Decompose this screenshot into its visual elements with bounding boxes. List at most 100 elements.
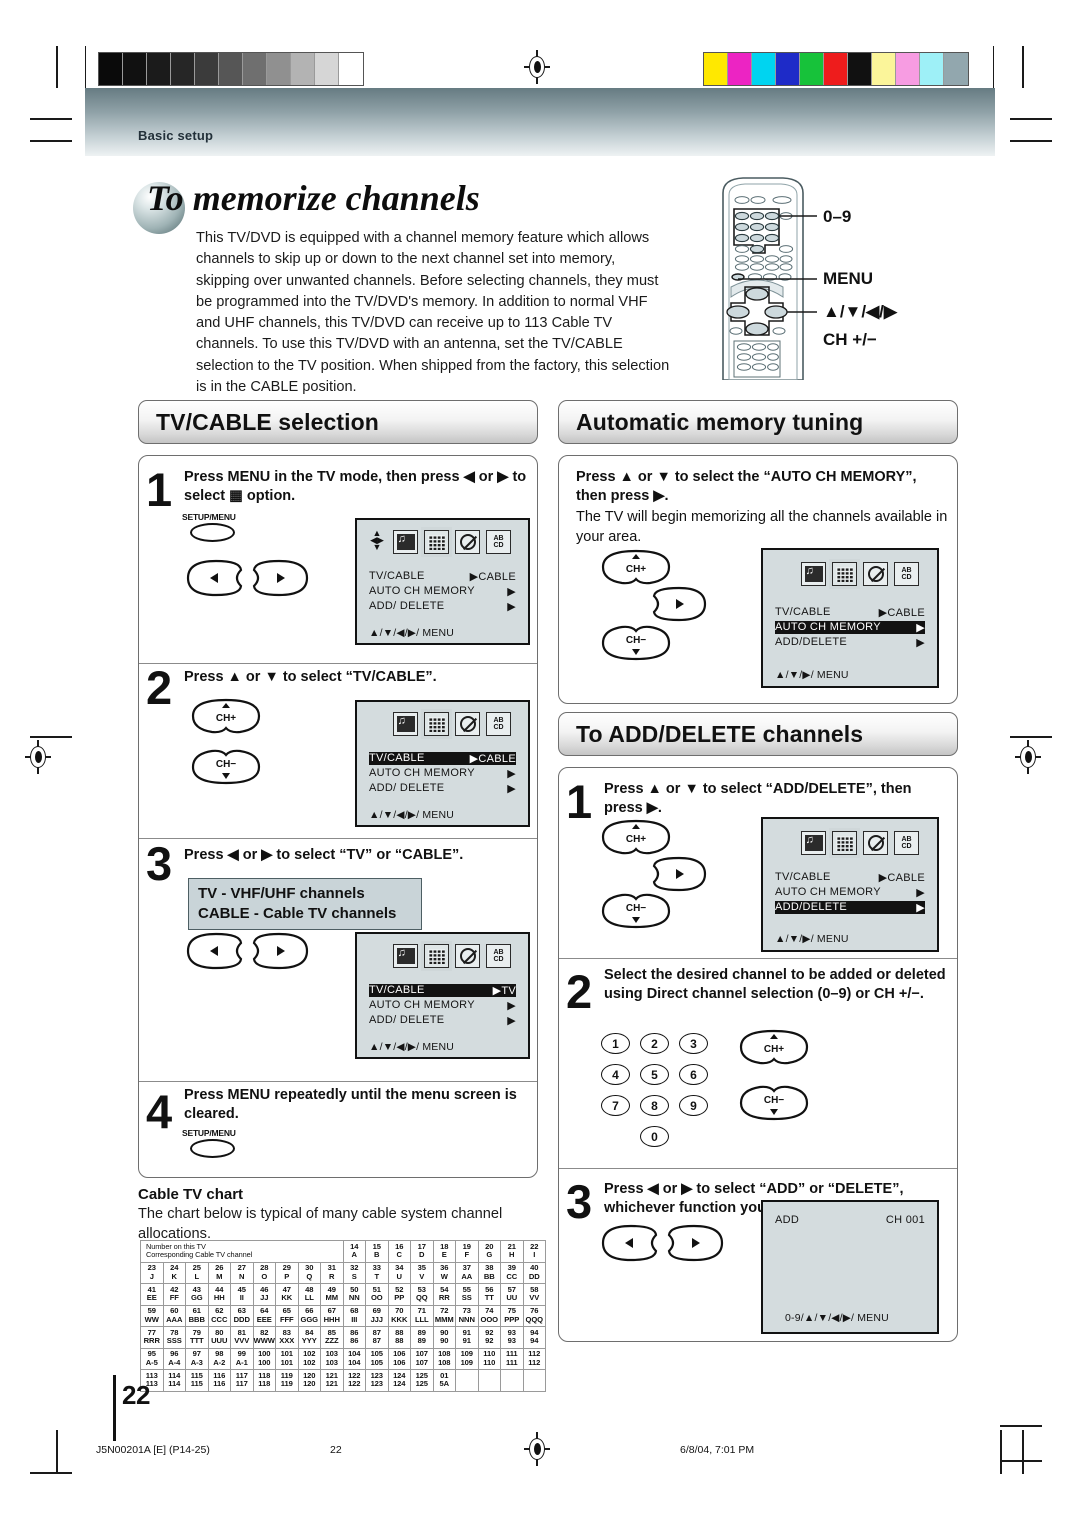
osd-channel-grid-icon[interactable] xyxy=(829,559,860,589)
osd-row-value: ▶CABLE xyxy=(469,753,516,765)
cable-chart-cell: 44 HH xyxy=(207,1283,231,1306)
osd-caption-icon[interactable]: AB CD xyxy=(486,712,511,736)
numeric-key-5[interactable]: 5 xyxy=(640,1064,669,1085)
cable-chart-cell: 91 91 xyxy=(455,1326,479,1349)
cable-chart-cell: 86 86 xyxy=(342,1326,366,1349)
osd-av-icon[interactable] xyxy=(393,944,418,968)
section-heading-add-delete: To ADD/DELETE channels xyxy=(558,712,958,756)
setup-menu-key-4[interactable] xyxy=(190,1139,235,1158)
osd-footer-hint: ▲/▼/▶/ MENU xyxy=(775,669,849,681)
cable-chart-cell: 116 116 xyxy=(207,1369,231,1392)
ch-plus-key-auto[interactable]: CH+ xyxy=(600,548,672,590)
cable-chart-cell: 115 115 xyxy=(185,1369,209,1392)
add-delete-divider-2 xyxy=(559,1168,957,1170)
svg-text:CH−: CH− xyxy=(626,635,646,646)
osd-row-add-delete[interactable]: ADD/ DELETE ▶ xyxy=(369,782,516,795)
left-right-key-pair-3[interactable] xyxy=(185,930,310,972)
setup-menu-key-1[interactable] xyxy=(190,523,235,542)
osd-icon-row-adddel: ABCD xyxy=(801,828,919,858)
svg-text:CH+: CH+ xyxy=(626,564,646,575)
color-swatch-3 xyxy=(776,53,800,85)
cable-chart-cell: 82 WWW xyxy=(252,1326,276,1349)
step-number-adddel-2: 2 xyxy=(566,965,593,1018)
cable-chart-cell: 112 112 xyxy=(522,1347,546,1370)
osd-row-auto-ch-memory[interactable]: AUTO CH MEMORY ▶ xyxy=(775,886,925,899)
ch-minus-key-adddel-2[interactable]: CH− xyxy=(738,1080,810,1122)
osd-channel-grid-icon[interactable] xyxy=(421,941,452,971)
ch-minus-key-auto[interactable]: CH− xyxy=(600,620,672,662)
osd-row-label: ADD/ DELETE xyxy=(369,782,445,794)
osd-row-tvcable[interactable]: TV/CABLE ▶CABLE xyxy=(775,606,925,619)
numeric-key-6[interactable]: 6 xyxy=(679,1064,708,1085)
osd-lock-icon[interactable] xyxy=(863,831,888,855)
right-key-auto[interactable] xyxy=(646,585,708,623)
color-calibration-bar xyxy=(703,52,969,86)
osd-av-icon[interactable] xyxy=(801,562,826,586)
numeric-key-0[interactable]: 0 xyxy=(640,1126,669,1147)
osd-row-add-delete[interactable]: ADD/ DELETE ▶ xyxy=(369,600,516,613)
crop-mark-tl2-h xyxy=(30,140,72,142)
osd-row-auto-ch-memory[interactable]: AUTO CH MEMORY ▶ xyxy=(369,999,516,1012)
ch-plus-key-adddel[interactable]: CH+ xyxy=(600,818,672,860)
osd-row-tvcable[interactable]: TV/CABLE ▶CABLE xyxy=(369,570,516,583)
ch-minus-key-adddel[interactable]: CH− xyxy=(600,888,672,930)
osd-row-add-delete[interactable]: ADD/DELETE ▶ xyxy=(775,901,925,914)
section-heading-tv-cable-label: TV/CABLE selection xyxy=(156,408,379,435)
color-swatch-5 xyxy=(824,53,848,85)
section-heading-auto-memory: Automatic memory tuning xyxy=(558,400,958,444)
osd-channel-grid-icon[interactable] xyxy=(421,527,452,557)
ch-plus-key-adddel-2[interactable]: CH+ xyxy=(738,1028,810,1070)
cable-chart-cell: 57 UU xyxy=(500,1283,524,1306)
osd-lock-icon[interactable] xyxy=(455,530,480,554)
osd-caption-icon[interactable]: AB CD xyxy=(486,944,511,968)
osd-channel-grid-icon[interactable] xyxy=(421,709,452,739)
osd-channel-number: CH 001 xyxy=(885,1214,925,1226)
osd-row-value: ▶ xyxy=(916,887,925,899)
osd-row-add-delete[interactable]: ADD/ DELETE ▶ xyxy=(369,1014,516,1027)
osd-row-auto-ch-memory[interactable]: AUTO CH MEMORY ▶ xyxy=(775,621,925,634)
osd-lock-icon[interactable] xyxy=(455,944,480,968)
osd-channel-grid-icon[interactable] xyxy=(829,828,860,858)
osd-av-icon[interactable] xyxy=(393,530,418,554)
osd-av-icon[interactable] xyxy=(393,712,418,736)
numeric-key-4[interactable]: 4 xyxy=(601,1064,630,1085)
osd-add-label-row: ADD CH 001 xyxy=(775,1214,925,1226)
osd-row-auto-ch-memory[interactable]: AUTO CH MEMORY ▶ xyxy=(369,767,516,780)
osd-lock-icon[interactable] xyxy=(455,712,480,736)
numeric-key-1[interactable]: 1 xyxy=(601,1033,630,1054)
numeric-key-3[interactable]: 3 xyxy=(679,1033,708,1054)
left-right-key-pair-1[interactable] xyxy=(185,557,310,599)
osd-row-tvcable[interactable]: TV/CABLE ▶TV xyxy=(369,984,516,997)
numeric-key-9[interactable]: 9 xyxy=(679,1095,708,1116)
numeric-key-7[interactable]: 7 xyxy=(601,1095,630,1116)
numeric-key-2[interactable]: 2 xyxy=(640,1033,669,1054)
cable-chart-cell: 119 119 xyxy=(275,1369,299,1392)
osd-caption-icon[interactable]: AB CD xyxy=(486,530,511,554)
step-text-adddel-2: Select the desired channel to be added o… xyxy=(604,967,946,1002)
setup-menu-key-label-4: SETUP/MENU xyxy=(182,1128,236,1138)
osd-caption-icon[interactable]: AB CD xyxy=(894,831,919,855)
osd-av-icon[interactable] xyxy=(801,831,826,855)
osd-row-tvcable[interactable]: TV/CABLE ▶CABLE xyxy=(775,871,925,884)
osd-row-tvcable[interactable]: TV/CABLE ▶CABLE xyxy=(369,752,516,765)
numeric-key-8[interactable]: 8 xyxy=(640,1095,669,1116)
osd-row-value: ▶ xyxy=(916,622,925,634)
left-right-key-pair-adddel[interactable] xyxy=(600,1222,725,1264)
cable-chart-cell: 94 94 xyxy=(522,1326,546,1349)
osd-row-auto-ch-memory[interactable]: AUTO CH MEMORY ▶ xyxy=(369,585,516,598)
color-swatch-0 xyxy=(704,53,728,85)
osd-row-label: TV/CABLE xyxy=(775,606,831,618)
osd-row-add-delete[interactable]: ADD/DELETE ▶ xyxy=(775,636,925,649)
cable-chart-cell: 27 N xyxy=(230,1261,254,1284)
crop-mark-tr-v xyxy=(1022,46,1024,88)
step-text-tvcable-2: Press ▲ or ▼ to select “TV/CABLE”. xyxy=(184,669,437,685)
cable-chart-cell: 104 104 xyxy=(342,1347,366,1370)
osd-lock-icon[interactable] xyxy=(863,562,888,586)
cable-chart-cell: 37 AA xyxy=(455,1261,479,1284)
osd-caption-icon[interactable]: AB CD xyxy=(894,562,919,586)
cable-chart-cell: 43 GG xyxy=(185,1283,209,1306)
cable-chart-row: 113 113 114 114 115 115 116 116 117 117 118 118 119 1… xyxy=(140,1369,546,1392)
cable-chart-cell: 75 PPP xyxy=(500,1304,524,1327)
ch-minus-key-2[interactable]: CH− xyxy=(190,744,262,786)
ch-plus-key-2[interactable]: CH+ xyxy=(190,697,262,739)
